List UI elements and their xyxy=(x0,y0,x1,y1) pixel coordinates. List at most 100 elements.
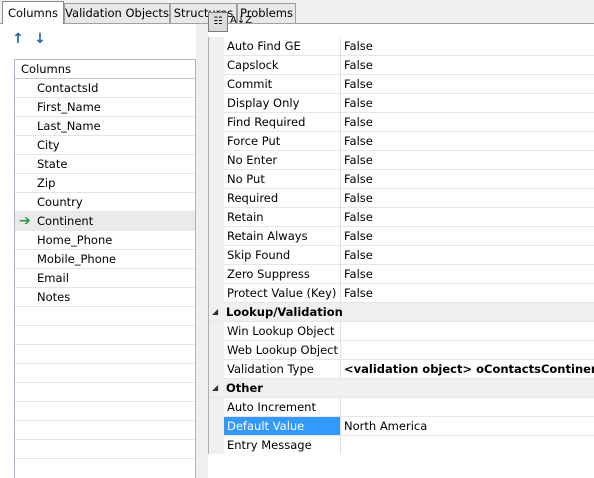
list-item[interactable]: Country xyxy=(15,193,195,212)
property-row[interactable]: Required False xyxy=(209,189,594,208)
property-name[interactable]: Commit xyxy=(224,75,341,93)
property-value[interactable]: False xyxy=(342,151,594,169)
property-value[interactable] xyxy=(342,436,594,454)
property-row[interactable]: Protect Value (Key) False xyxy=(209,284,594,303)
property-value[interactable]: North America xyxy=(342,417,594,435)
property-name[interactable]: Protect Value (Key) xyxy=(224,284,341,302)
property-value[interactable]: False xyxy=(342,246,594,264)
property-name[interactable]: Entry Message xyxy=(224,436,341,454)
row-gutter xyxy=(209,417,224,436)
property-name[interactable]: Display Only xyxy=(224,94,341,112)
property-row[interactable]: Default Value North America xyxy=(209,417,594,436)
empty-list-row xyxy=(15,440,195,459)
move-down-icon[interactable]: ↓ xyxy=(32,30,48,48)
column-name: City xyxy=(37,138,60,152)
collapse-icon[interactable]: ◢ xyxy=(212,303,224,321)
category-other[interactable]: ◢ Other xyxy=(209,379,594,398)
columns-list-header: Columns xyxy=(15,60,195,79)
panel-splitter[interactable] xyxy=(196,24,208,478)
property-name[interactable]: Find Required xyxy=(224,113,341,131)
property-row[interactable]: Zero Suppress False xyxy=(209,265,594,284)
row-gutter xyxy=(209,170,224,189)
column-name: State xyxy=(37,157,68,171)
property-value[interactable]: False xyxy=(342,265,594,283)
property-row[interactable]: Capslock False xyxy=(209,56,594,75)
list-item[interactable]: First_Name xyxy=(15,98,195,117)
category-lookup-validation[interactable]: ◢ Lookup/Validation xyxy=(209,303,594,322)
category-label: Lookup/Validation xyxy=(226,305,343,319)
tab-validation-objects[interactable]: Validation Objects xyxy=(64,3,170,23)
property-row[interactable]: Web Lookup Object xyxy=(209,341,594,360)
column-name: Email xyxy=(37,271,69,285)
list-item[interactable]: Zip xyxy=(15,174,195,193)
property-value[interactable]: False xyxy=(342,227,594,245)
row-gutter xyxy=(209,132,224,151)
list-item[interactable]: City xyxy=(15,136,195,155)
property-value[interactable]: False xyxy=(342,284,594,302)
collapse-icon[interactable]: ◢ xyxy=(212,379,224,397)
list-item[interactable]: Notes xyxy=(15,288,195,307)
categorized-view-icon[interactable]: ☷ xyxy=(208,12,228,32)
property-name[interactable]: Retain xyxy=(224,208,341,226)
property-name[interactable]: No Put xyxy=(224,170,341,188)
list-item[interactable]: Home_Phone xyxy=(15,231,195,250)
list-item[interactable]: ContactsId xyxy=(15,79,195,98)
property-value[interactable]: <validation object> oContactsContinentVT xyxy=(342,360,594,378)
row-gutter xyxy=(209,75,224,94)
property-value[interactable]: False xyxy=(342,75,594,93)
property-name[interactable]: Web Lookup Object xyxy=(224,341,341,359)
property-name[interactable]: Force Put xyxy=(224,132,341,150)
property-value[interactable]: False xyxy=(342,56,594,74)
property-name[interactable]: Required xyxy=(224,189,341,207)
list-item[interactable]: Last_Name xyxy=(15,117,195,136)
tab-bar: Columns Validation Objects Structures Pr… xyxy=(0,0,594,25)
property-row[interactable]: Display Only False xyxy=(209,94,594,113)
tab-columns[interactable]: Columns xyxy=(2,1,64,24)
property-value[interactable]: False xyxy=(342,94,594,112)
property-name[interactable]: Win Lookup Object xyxy=(224,322,341,340)
property-row[interactable]: No Put False xyxy=(209,170,594,189)
property-value[interactable]: False xyxy=(342,189,594,207)
property-row[interactable]: Retain False xyxy=(209,208,594,227)
property-value[interactable]: False xyxy=(342,113,594,131)
property-row[interactable]: No Enter False xyxy=(209,151,594,170)
row-gutter xyxy=(209,227,224,246)
current-row-arrow-icon: ➔ xyxy=(19,213,31,229)
alphabetical-sort-icon[interactable]: A↓Z xyxy=(230,12,252,32)
list-item[interactable]: State xyxy=(15,155,195,174)
property-value[interactable] xyxy=(342,341,594,359)
property-row[interactable]: Force Put False xyxy=(209,132,594,151)
property-row[interactable]: Retain Always False xyxy=(209,227,594,246)
property-value[interactable]: False xyxy=(342,208,594,226)
property-row[interactable]: Entry Message xyxy=(209,436,594,454)
move-up-icon[interactable]: ↑ xyxy=(10,30,26,48)
property-value[interactable]: False xyxy=(342,132,594,150)
property-grid: Auto Find GE False Capslock False Commit Fals… xyxy=(208,37,594,454)
property-row[interactable]: Auto Increment xyxy=(209,398,594,417)
property-row[interactable]: Auto Find GE False xyxy=(209,37,594,56)
property-name[interactable]: Zero Suppress xyxy=(224,265,341,283)
property-value[interactable] xyxy=(342,322,594,340)
property-name[interactable]: Skip Found xyxy=(224,246,341,264)
property-value[interactable]: False xyxy=(342,170,594,188)
row-gutter xyxy=(209,284,224,303)
column-name: First_Name xyxy=(37,100,101,114)
list-item[interactable]: Email xyxy=(15,269,195,288)
property-row[interactable]: Find Required False xyxy=(209,113,594,132)
property-value[interactable]: False xyxy=(342,37,594,55)
property-name[interactable]: Default Value xyxy=(224,417,341,435)
property-row[interactable]: Skip Found False xyxy=(209,246,594,265)
empty-list-row xyxy=(15,364,195,383)
property-name[interactable]: Auto Find GE xyxy=(224,37,341,55)
property-row[interactable]: Commit False xyxy=(209,75,594,94)
property-name[interactable]: Retain Always xyxy=(224,227,341,245)
property-row[interactable]: Win Lookup Object xyxy=(209,322,594,341)
list-item[interactable]: ➔ Continent xyxy=(15,212,195,231)
property-name[interactable]: Auto Increment xyxy=(224,398,341,416)
property-row[interactable]: Validation Type <validation object> oCont… xyxy=(209,360,594,379)
list-item[interactable]: Mobile_Phone xyxy=(15,250,195,269)
property-name[interactable]: Capslock xyxy=(224,56,341,74)
property-value[interactable] xyxy=(342,398,594,416)
property-name[interactable]: No Enter xyxy=(224,151,341,169)
property-name[interactable]: Validation Type xyxy=(224,360,341,378)
